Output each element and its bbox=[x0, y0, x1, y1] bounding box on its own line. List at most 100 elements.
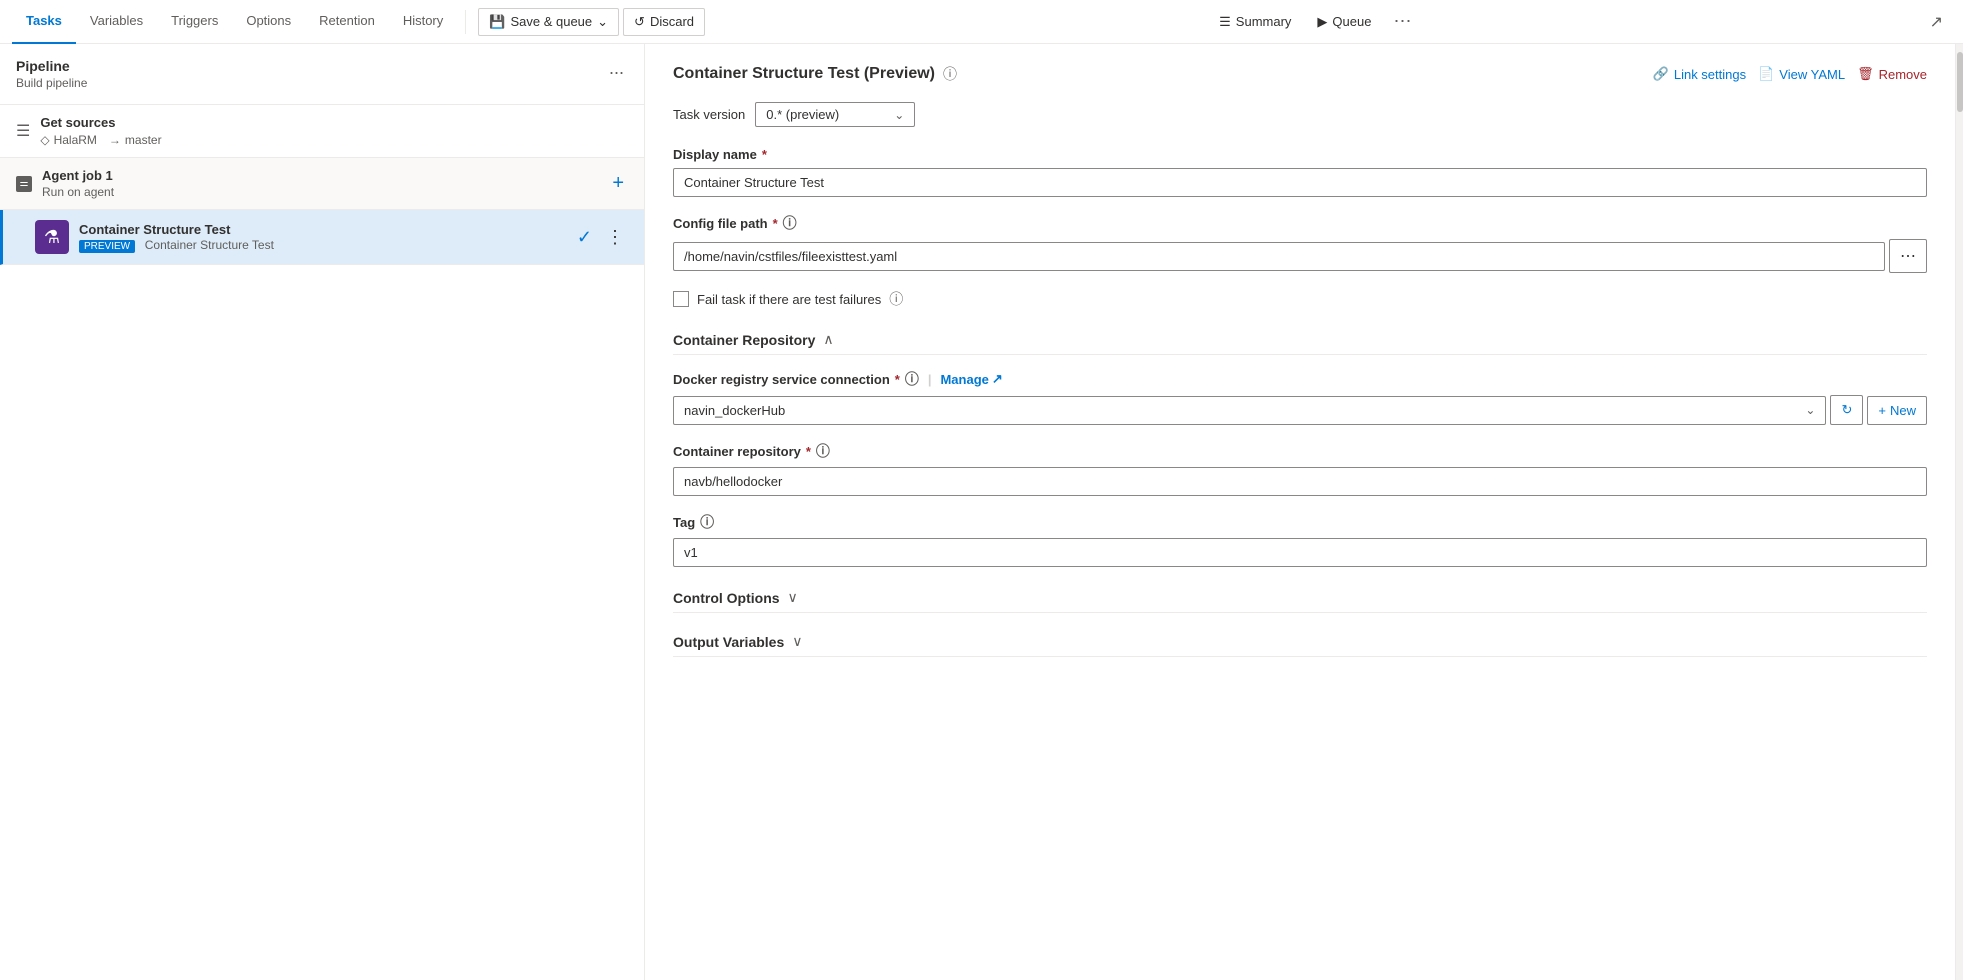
nav-separator bbox=[465, 10, 466, 34]
docker-registry-info-icon[interactable]: ⓘ bbox=[905, 369, 919, 389]
version-chevron-icon: ⌄ bbox=[894, 108, 904, 122]
container-repository-label: Container repository * ⓘ bbox=[673, 441, 1927, 461]
output-variables-collapse-icon: ∨ bbox=[792, 633, 802, 650]
registry-dropdown-chevron: ⌄ bbox=[1805, 403, 1815, 417]
tag-info-icon[interactable]: ⓘ bbox=[700, 512, 714, 532]
tab-history[interactable]: History bbox=[389, 0, 457, 44]
task-detail-actions: 🔗 Link settings 📄 View YAML 🗑 Remove bbox=[1653, 66, 1927, 82]
display-name-label: Display name * bbox=[673, 147, 1927, 162]
task-name: Container Structure Test bbox=[79, 222, 567, 237]
remove-button[interactable]: 🗑 Remove bbox=[1857, 66, 1927, 82]
config-file-path-input[interactable] bbox=[673, 242, 1885, 271]
container-repository-section-title: Container Repository bbox=[673, 332, 815, 348]
task-subtitle-text: Container Structure Test bbox=[145, 238, 274, 252]
control-options-section-title: Control Options bbox=[673, 590, 780, 606]
save-icon: 💾 bbox=[489, 14, 505, 30]
save-queue-button[interactable]: 💾 Save & queue ⌄ bbox=[478, 8, 619, 36]
tag-input[interactable] bbox=[673, 538, 1927, 567]
task-more-icon[interactable]: ⋮ bbox=[602, 227, 628, 248]
container-repository-field-section: Container repository * ⓘ bbox=[673, 441, 1927, 496]
repo-icon: ◇ bbox=[40, 133, 49, 147]
branch-icon: → bbox=[109, 133, 121, 147]
pipeline-title: Pipeline bbox=[16, 58, 87, 74]
remove-icon: 🗑 bbox=[1857, 66, 1874, 82]
plus-icon: + bbox=[1878, 403, 1886, 418]
nav-actions: 💾 Save & queue ⌄ ↺ Discard bbox=[478, 8, 705, 36]
discard-icon: ↺ bbox=[634, 14, 645, 30]
queue-icon: ▶ bbox=[1317, 14, 1327, 30]
main-layout: Pipeline Build pipeline ... ☰ Get source… bbox=[0, 44, 1963, 980]
summary-button[interactable]: ☰ Summary bbox=[1207, 9, 1303, 35]
output-variables-section-header[interactable]: Output Variables ∨ bbox=[673, 627, 1927, 657]
task-detail-info-icon[interactable]: ⓘ bbox=[943, 64, 957, 84]
task-detail-title-row: Container Structure Test (Preview) ⓘ bbox=[673, 64, 957, 84]
get-sources-repo: ◇ HalaRM bbox=[40, 133, 97, 147]
tab-tasks[interactable]: Tasks bbox=[12, 0, 76, 44]
agent-job-add-button[interactable]: + bbox=[608, 172, 628, 195]
task-detail-title: Container Structure Test (Preview) bbox=[673, 65, 935, 83]
task-icon-wrap: ⚗ bbox=[35, 220, 69, 254]
pipeline-header: Pipeline Build pipeline ... bbox=[0, 44, 644, 105]
fail-task-checkbox-row: Fail task if there are test failures ⓘ bbox=[673, 289, 1927, 309]
tab-triggers[interactable]: Triggers bbox=[157, 0, 232, 44]
expand-icon[interactable]: ↗ bbox=[1922, 4, 1951, 40]
config-path-info-icon[interactable]: ⓘ bbox=[783, 213, 797, 233]
queue-button[interactable]: ▶ Queue bbox=[1305, 9, 1383, 35]
top-nav: Tasks Variables Triggers Options Retenti… bbox=[0, 0, 1963, 44]
container-repository-input[interactable] bbox=[673, 467, 1927, 496]
discard-button[interactable]: ↺ Discard bbox=[623, 8, 705, 36]
registry-separator: | bbox=[928, 372, 932, 387]
tab-retention[interactable]: Retention bbox=[305, 0, 389, 44]
config-file-path-section: Config file path * ⓘ ⋯ bbox=[673, 213, 1927, 273]
external-link-icon: ↗ bbox=[992, 371, 1003, 387]
get-sources-align-icon: ☰ bbox=[16, 121, 30, 141]
summary-icon: ☰ bbox=[1219, 14, 1231, 30]
summary-queue-area: ☰ Summary ▶ Queue ⋯ bbox=[1207, 6, 1419, 37]
container-repository-section-header[interactable]: Container Repository ∧ bbox=[673, 325, 1927, 355]
container-repo-info-icon[interactable]: ⓘ bbox=[816, 441, 830, 461]
get-sources-name: Get sources bbox=[40, 115, 628, 130]
get-sources-info: Get sources ◇ HalaRM → master bbox=[40, 115, 628, 147]
container-repository-collapse-icon: ∧ bbox=[823, 331, 833, 348]
registry-new-button[interactable]: + New bbox=[1867, 396, 1927, 425]
right-scrollbar[interactable] bbox=[1955, 44, 1963, 980]
tab-variables[interactable]: Variables bbox=[76, 0, 157, 44]
control-options-section-header[interactable]: Control Options ∨ bbox=[673, 583, 1927, 613]
pipeline-more-icon[interactable]: ... bbox=[605, 58, 628, 79]
docker-registry-dropdown[interactable]: navin_dockerHub ⌄ bbox=[673, 396, 1826, 425]
docker-registry-dropdown-row: navin_dockerHub ⌄ ↻ + New bbox=[673, 395, 1927, 425]
agent-job-name: Agent job 1 bbox=[42, 168, 598, 183]
refresh-icon: ↻ bbox=[1841, 402, 1852, 418]
docker-registry-value: navin_dockerHub bbox=[684, 403, 1805, 418]
registry-refresh-button[interactable]: ↻ bbox=[1830, 395, 1863, 425]
config-path-more-button[interactable]: ⋯ bbox=[1889, 239, 1927, 273]
task-meta: PREVIEW Container Structure Test bbox=[79, 237, 567, 253]
link-icon: 🔗 bbox=[1653, 66, 1669, 82]
container-repo-required: * bbox=[806, 444, 811, 459]
task-icon: ⚗ bbox=[44, 227, 60, 248]
get-sources-row[interactable]: ☰ Get sources ◇ HalaRM → master bbox=[0, 105, 644, 158]
more-options-icon[interactable]: ⋯ bbox=[1385, 6, 1419, 37]
fail-task-checkbox[interactable] bbox=[673, 291, 689, 307]
manage-link[interactable]: Manage ↗ bbox=[940, 371, 1002, 387]
task-version-label: Task version bbox=[673, 107, 745, 122]
yaml-icon: 📄 bbox=[1758, 66, 1774, 82]
task-detail-header: Container Structure Test (Preview) ⓘ 🔗 L… bbox=[673, 64, 1927, 84]
config-file-path-label: Config file path * ⓘ bbox=[673, 213, 1927, 233]
task-version-row: Task version 0.* (preview) ⌄ bbox=[673, 102, 1927, 127]
config-path-input-row: ⋯ bbox=[673, 239, 1927, 273]
task-item-container-structure-test[interactable]: ⚗ Container Structure Test PREVIEW Conta… bbox=[0, 210, 644, 265]
control-options-collapse-icon: ∨ bbox=[788, 589, 798, 606]
task-version-select[interactable]: 0.* (preview) ⌄ bbox=[755, 102, 915, 127]
docker-registry-required: * bbox=[895, 372, 900, 387]
view-yaml-button[interactable]: 📄 View YAML bbox=[1758, 66, 1845, 82]
version-value: 0.* (preview) bbox=[766, 107, 886, 122]
display-name-input[interactable] bbox=[673, 168, 1927, 197]
link-settings-button[interactable]: 🔗 Link settings bbox=[1653, 66, 1746, 82]
tag-label: Tag ⓘ bbox=[673, 512, 1927, 532]
fail-task-label: Fail task if there are test failures bbox=[697, 292, 881, 307]
output-variables-section-title: Output Variables bbox=[673, 634, 784, 650]
fail-task-info-icon[interactable]: ⓘ bbox=[889, 289, 903, 309]
tab-options[interactable]: Options bbox=[232, 0, 305, 44]
docker-registry-label-row: Docker registry service connection * ⓘ |… bbox=[673, 369, 1927, 389]
